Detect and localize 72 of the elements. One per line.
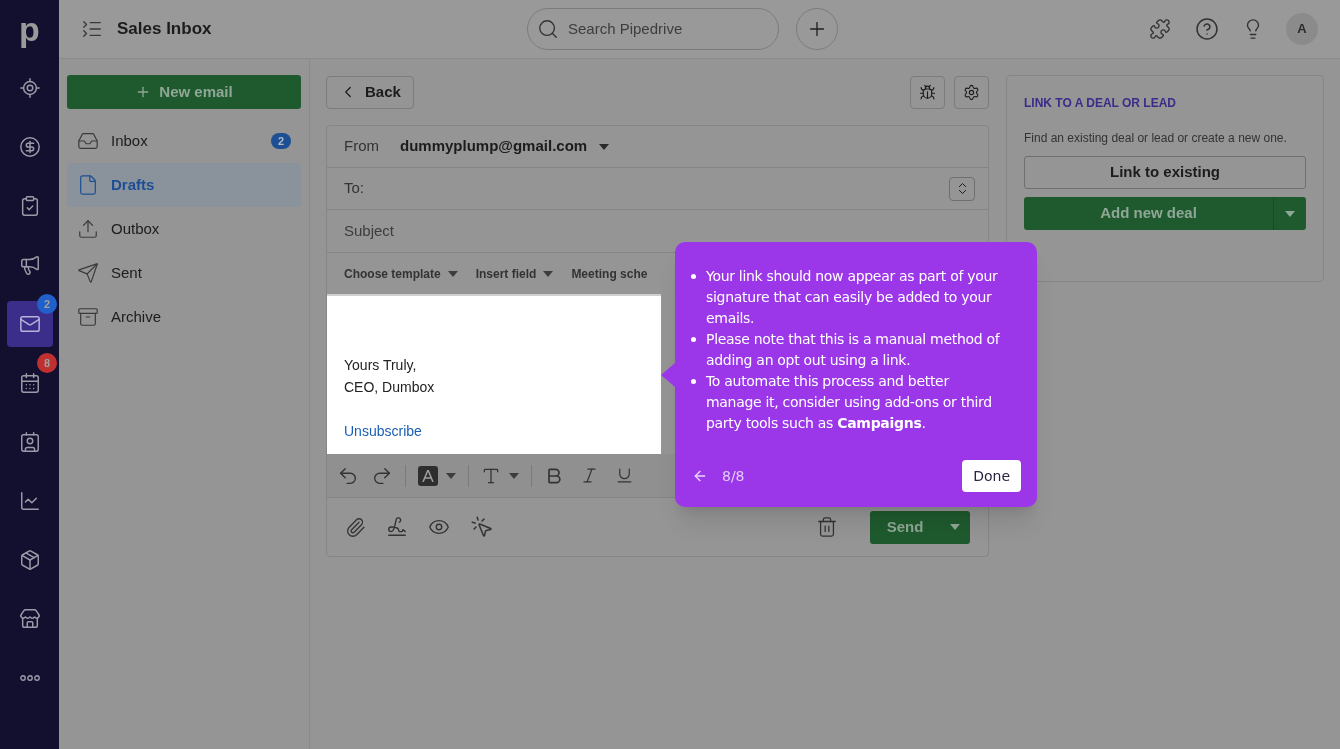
count-badge: 2: [271, 133, 291, 149]
folder-item[interactable]: Archive: [67, 295, 301, 339]
body-text: Yours Truly,: [344, 356, 418, 375]
panel-description: Find an existing deal or lead or create a new one.: [1024, 130, 1288, 147]
tooltip-text: To automate this process and better manage it, consider using add-ons or third party tools such as Campaigns.: [706, 372, 993, 433]
count-badge: 8: [37, 353, 57, 373]
toolbar-dropdown[interactable]: Insert field: [475, 264, 554, 283]
trash-icon[interactable]: [816, 516, 838, 538]
bug-icon: [919, 83, 936, 101]
to-label: To:: [344, 178, 364, 199]
send-icon: [77, 262, 99, 284]
archive-icon: [77, 306, 99, 328]
caret-icon: [509, 472, 519, 479]
tooltip-text: Please note that this is a manual method of adding an opt out using a link.: [706, 330, 1001, 370]
chart-icon: [18, 489, 41, 512]
text-color-icon[interactable]: [418, 465, 438, 486]
previous-button[interactable]: [692, 468, 708, 484]
puzzle-icon[interactable]: [1149, 18, 1171, 40]
tooltip-text: Your link should now appear as part of your signature that can easily be added to your emails.: [706, 267, 999, 328]
panel-title: LINK TO A DEAL OR LEAD: [1024, 95, 1177, 112]
bullet-icon: [691, 274, 696, 279]
caret-icon: [446, 472, 456, 479]
caret-icon: [543, 270, 554, 277]
calendar-icon: [18, 371, 41, 394]
italic-icon[interactable]: [580, 466, 599, 485]
document-icon: [77, 174, 99, 196]
store-icon: [18, 607, 41, 630]
caret-icon: [950, 524, 960, 530]
page-title: Sales Inbox: [117, 18, 213, 41]
signature-icon[interactable]: [386, 516, 408, 538]
outbox-icon: [77, 218, 99, 240]
collapse-menu-icon[interactable]: [81, 18, 103, 40]
step-counter: 8/8: [722, 466, 745, 486]
search-icon: [537, 18, 559, 40]
more-icon: [19, 674, 40, 681]
count-badge: 2: [37, 294, 57, 314]
cursor-click-icon[interactable]: [470, 515, 494, 539]
folder-item[interactable]: Sent: [67, 251, 301, 295]
help-icon[interactable]: [1195, 17, 1219, 41]
avatar[interactable]: A: [1286, 13, 1318, 45]
dollar-icon: [18, 135, 41, 158]
folder-item[interactable]: Inbox 2: [67, 119, 301, 163]
search-input[interactable]: Search Pipedrive: [568, 17, 748, 41]
megaphone-icon: [18, 253, 41, 276]
from-dropdown[interactable]: dummyplump@gmail.com: [400, 135, 610, 158]
bullet-icon: [691, 337, 696, 342]
target-icon: [18, 76, 41, 99]
settings-button[interactable]: [954, 75, 989, 109]
contact-card-icon: [18, 430, 41, 453]
expand-button[interactable]: [949, 176, 975, 201]
subject-field[interactable]: Subject: [344, 219, 971, 243]
paperclip-icon[interactable]: [345, 516, 366, 538]
settings-icon: [963, 83, 980, 101]
caret-icon: [599, 143, 610, 150]
toolbar-dropdown[interactable]: Choose template: [344, 264, 458, 283]
folder-item[interactable]: Outbox: [67, 207, 301, 251]
unsubscribe-link[interactable]: Unsubscribe: [344, 420, 644, 442]
box-icon: [18, 548, 41, 571]
new-email-button[interactable]: New email: [67, 75, 301, 109]
underline-icon[interactable]: [615, 466, 634, 485]
from-label: From: [344, 136, 380, 157]
body-text: CEO, Dumbox: [344, 378, 436, 397]
done-button[interactable]: Done: [962, 460, 1021, 492]
caret-icon: [447, 270, 458, 277]
caret-icon: [1285, 210, 1295, 217]
bullet-icon: [691, 379, 696, 384]
back-button[interactable]: Back: [326, 75, 414, 109]
toolbar-dropdown[interactable]: Meeting sche: [571, 264, 648, 283]
logo[interactable]: p: [19, 12, 40, 46]
inbox-icon: [77, 130, 99, 152]
link-existing-button[interactable]: Link to existing: [1024, 156, 1306, 189]
bug-button[interactable]: [910, 75, 945, 109]
